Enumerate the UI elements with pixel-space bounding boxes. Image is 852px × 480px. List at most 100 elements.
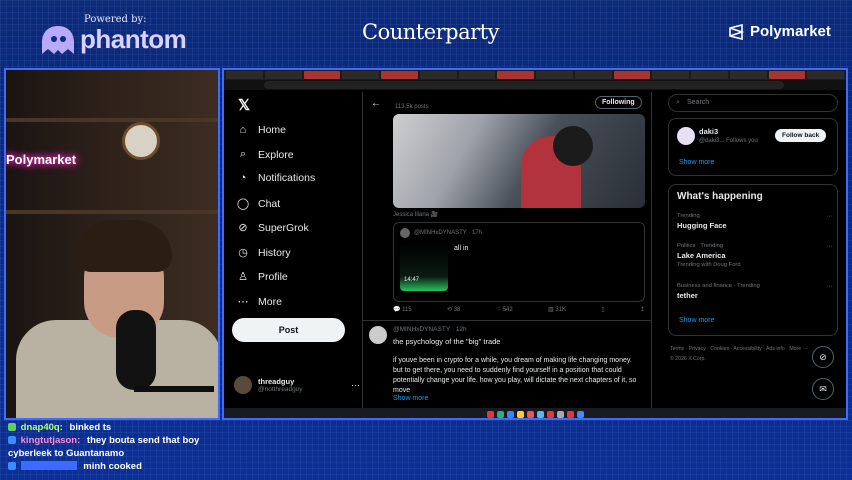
post-button[interactable]: Post (232, 318, 345, 342)
reply-count[interactable]: 💬 115 (393, 306, 412, 313)
chat-text: minh cooked (83, 461, 142, 472)
browser-tab[interactable] (342, 71, 379, 79)
like-count[interactable]: ♡ 542 (496, 306, 513, 313)
app-icon[interactable] (516, 410, 524, 418)
trend-item[interactable]: Trending Hugging Face ··· (677, 213, 833, 230)
nav-label: Profile (258, 270, 288, 283)
browser-tab[interactable] (574, 71, 612, 79)
nav-label: More (258, 295, 282, 308)
neon-sign: Polymarket (6, 152, 77, 167)
quote-video-thumbnail[interactable]: 14:47 (400, 243, 448, 291)
url-field[interactable] (264, 81, 784, 89)
trend-category: Politics · Trending (677, 243, 724, 249)
chat-username[interactable] (20, 461, 77, 470)
video-person-head (553, 126, 593, 166)
view-count[interactable]: ▥ 31K (548, 306, 566, 313)
messages-icon[interactable]: ✉ (812, 378, 834, 400)
browser-tab-strip[interactable] (224, 70, 846, 80)
whats-happening: What's happening Trending Hugging Face ·… (668, 184, 838, 336)
chat-username[interactable]: dnap40q: (21, 422, 63, 433)
stream-chat: dnap40q: binked ts kingtutjason: they bo… (8, 421, 238, 473)
trend-item[interactable]: Business and finance · Trending tether ·… (677, 283, 833, 300)
more-icon[interactable]: ··· (826, 243, 833, 250)
nav-explore[interactable]: ⌕ Explore (236, 148, 294, 161)
bookmark-icon[interactable]: ▯ (601, 306, 604, 313)
chat-message: minh cooked (8, 460, 238, 473)
account-info: threadguy @notthreadguy (258, 377, 303, 393)
shelf (6, 210, 218, 214)
app-icon[interactable] (576, 410, 584, 418)
wall-clock (122, 122, 160, 160)
browser-tab[interactable] (381, 71, 418, 79)
like-count-value: 542 (502, 307, 513, 313)
nav-home[interactable]: ⌂ Home (236, 124, 286, 136)
browser-tab[interactable] (613, 71, 651, 79)
chat-message: dnap40q: binked ts (8, 421, 238, 434)
search-input[interactable]: Search (668, 94, 838, 112)
browser-tab[interactable] (497, 71, 534, 79)
browser-tab[interactable] (691, 71, 728, 79)
timeline-column: ← 113.5k posts Following Jessica Iliana … (362, 92, 652, 408)
show-more-link[interactable]: Show more (679, 317, 714, 324)
avatar[interactable] (677, 127, 695, 145)
profile-name: threadguy (258, 377, 295, 386)
nav-chat[interactable]: ◯ Chat (236, 197, 280, 211)
more-options-icon[interactable]: ··· (351, 380, 360, 390)
address-bar[interactable] (224, 80, 846, 90)
x-logo-icon[interactable]: 𝕏 (238, 96, 250, 114)
grok-icon[interactable]: ⊘ (812, 346, 834, 368)
divider (363, 320, 651, 321)
browser-tab[interactable] (419, 71, 457, 79)
nav-label: Notifications (258, 172, 316, 184)
avatar[interactable] (369, 326, 387, 344)
trend-item[interactable]: Politics · Trending Lake America Trendin… (677, 243, 833, 268)
app-icon[interactable] (526, 410, 534, 418)
browser-tab[interactable] (652, 71, 689, 79)
nav-history[interactable]: ◷ History (236, 246, 291, 260)
post-handle: @MINHxDYNASTY · 12h (393, 326, 467, 333)
more-icon[interactable]: ··· (826, 213, 833, 220)
browser-tab[interactable] (458, 71, 496, 79)
share-icon[interactable]: ↥ (640, 306, 645, 313)
quoted-post[interactable]: @MINHxDYNASTY · 17h 14:47 all in (393, 222, 645, 302)
app-icon[interactable] (556, 410, 564, 418)
app-icon[interactable] (536, 410, 544, 418)
app-icon[interactable] (566, 410, 574, 418)
suggested-user-name[interactable]: daki3 (699, 127, 718, 136)
nav-more[interactable]: ⋯ More (236, 295, 282, 309)
avatar (400, 228, 410, 238)
show-more-link[interactable]: Show more (679, 159, 714, 166)
nav-label: SuperGrok (258, 221, 309, 234)
nav-label: History (258, 246, 291, 259)
badge-icon (8, 436, 16, 444)
follow-back-button[interactable]: Follow back (775, 129, 827, 142)
post-video[interactable] (393, 114, 645, 208)
app-icon[interactable] (546, 410, 554, 418)
nav-notifications[interactable]: ◔ Notifications (236, 172, 316, 184)
posts-count: 113.5k posts (395, 104, 429, 110)
browser-tab[interactable] (768, 71, 806, 79)
repost-count[interactable]: ⟲ 38 (447, 306, 460, 313)
more-icon[interactable]: ··· (826, 283, 833, 290)
app-icon[interactable] (486, 410, 494, 418)
chat-message: kingtutjason: they bouta send that boy c… (8, 434, 238, 460)
browser-tab[interactable] (807, 71, 844, 79)
footer-links[interactable]: Terms · Privacy · Cookies · Accessibilit… (670, 344, 810, 364)
nav-profile[interactable]: ♙ Profile (236, 270, 288, 284)
app-icon[interactable] (506, 410, 514, 418)
repost-count-value: 38 (453, 307, 461, 313)
app-icon[interactable] (496, 410, 504, 418)
browser-tab[interactable] (226, 71, 263, 79)
back-arrow-icon[interactable]: ← (371, 98, 381, 109)
browser-tab[interactable] (536, 71, 573, 79)
nav-supergrok[interactable]: ⊘ SuperGrok (236, 221, 309, 235)
browser-tab[interactable] (264, 71, 302, 79)
sponsor-name: phantom (80, 24, 187, 54)
following-button[interactable]: Following (595, 96, 642, 109)
chat-username[interactable]: kingtutjason: (21, 435, 81, 446)
account-switcher[interactable]: threadguy @notthreadguy ··· (234, 376, 360, 394)
counterparty-brand: Counterparty (362, 20, 499, 44)
show-more-link[interactable]: Show more (393, 395, 428, 402)
browser-tab[interactable] (729, 71, 767, 79)
browser-tab[interactable] (303, 71, 341, 79)
